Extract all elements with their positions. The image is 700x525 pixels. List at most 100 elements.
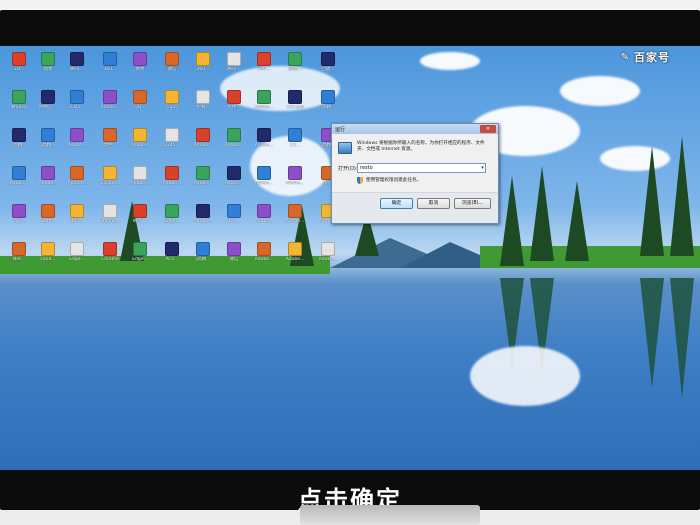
desktop-icon[interactable]: Adobe... (280, 204, 310, 224)
desktop-icon-label: 回收... (321, 67, 335, 72)
wallpaper-tree (640, 146, 664, 256)
desktop-icon[interactable]: Adobe... (157, 166, 187, 186)
chevron-down-icon[interactable]: ▾ (479, 163, 486, 173)
desktop-icon[interactable]: Chrome (95, 242, 125, 262)
desktop-icon[interactable]: 网易云... (33, 90, 63, 110)
wallpaper-cloud (560, 76, 640, 106)
desktop-icon[interactable]: [高精... (33, 128, 63, 148)
desktop-icon[interactable]: Adobe... (249, 128, 279, 148)
desktop-icon[interactable]: 微信 (219, 242, 249, 262)
shield-icon (357, 177, 363, 184)
app-icon (70, 242, 84, 256)
app-icon (257, 166, 271, 180)
desktop-icon[interactable]: 腾讯... (219, 52, 249, 72)
desktop-icon[interactable]: QQ... (125, 90, 155, 110)
desktop-icon[interactable]: Adobe... (125, 128, 155, 148)
desktop-icon-label: [高精... (195, 257, 211, 262)
desktop-icon[interactable]: 3D... (4, 52, 34, 72)
desktop-icon[interactable]: [高精... (313, 90, 343, 110)
desktop-icon[interactable]: 360... (95, 52, 125, 72)
desktop-icon[interactable]: 控制... (188, 90, 218, 110)
desktop-icon[interactable]: 新建... (280, 52, 310, 72)
cancel-button[interactable]: 取消 (417, 198, 450, 209)
app-icon (257, 242, 271, 256)
desktop-icon[interactable]: Edge... (125, 242, 155, 262)
desktop-icon[interactable]: Adobe... (4, 166, 34, 186)
app-icon (196, 204, 210, 218)
desktop-icon[interactable]: Adobe... (249, 166, 279, 186)
desktop-icon[interactable]: Adobe... (219, 128, 249, 148)
desktop-icon[interactable]: Edge... (157, 204, 187, 224)
desktop-icon[interactable]: WPS... (125, 204, 155, 224)
run-command-input[interactable]: resto (357, 163, 486, 173)
desktop-icon[interactable]: Bandi... (95, 204, 125, 224)
app-icon (321, 52, 335, 66)
app-icon (103, 90, 117, 104)
desktop-icon[interactable]: 2345... (157, 128, 187, 148)
desktop-icon[interactable]: 腾讯... (62, 52, 92, 72)
desktop-icon-label: Adobe... (193, 143, 213, 148)
desktop-icon[interactable]: Adobe... (125, 166, 155, 186)
desktop-icon[interactable]: Adobe... (219, 166, 249, 186)
desktop-icon[interactable]: Adobe... (62, 128, 92, 148)
desktop-icon-label: 3D... (13, 67, 25, 72)
desktop-icon-label: Adobe... (224, 143, 244, 148)
desktop-icon-label: Adobe... (193, 219, 213, 224)
desktop-icon[interactable]: Adobe... (188, 128, 218, 148)
desktop-icon[interactable]: Picc... (157, 242, 187, 262)
photo-frame: 3D... 腾讯QQ [高精... Adobe... 720... Net... 网易 网易云… (0, 0, 700, 525)
desktop-icon[interactable]: 文件... (95, 128, 125, 148)
desktop-icon[interactable]: Google... (95, 166, 125, 186)
desktop-icon[interactable]: Adobe... (280, 166, 310, 186)
watermark-text: 百家号 (634, 51, 670, 64)
desktop-icon[interactable]: 123.psd (280, 90, 310, 110)
desktop-icon[interactable]: Lipd (157, 90, 187, 110)
app-icon (133, 52, 147, 66)
desktop-icon[interactable]: 微信 (157, 52, 187, 72)
desktop-icon[interactable]: 720... (4, 204, 34, 224)
desktop-icon[interactable]: Adobe... (249, 204, 279, 224)
desktop-icon[interactable]: Adobe... (249, 242, 279, 262)
app-icon (257, 90, 271, 104)
desktop-icon-label: 360... (103, 67, 117, 72)
desktop-icon[interactable]: Edge... (62, 242, 92, 262)
ok-button[interactable]: 确定 (380, 198, 413, 209)
browse-button[interactable]: 浏览(B)... (454, 198, 491, 209)
desktop-icon-label: Adobe... (193, 181, 213, 186)
desktop-icon[interactable]: 360... (62, 204, 92, 224)
app-icon (288, 90, 302, 104)
desktop-icon[interactable]: Net... (4, 242, 34, 262)
close-button[interactable]: ✕ (480, 125, 496, 133)
desktop-icon[interactable]: 360... (249, 52, 279, 72)
app-icon (41, 128, 55, 142)
desktop-icon[interactable]: Adobe... (249, 90, 279, 110)
desktop-icon[interactable]: 腾讯QQ (4, 90, 34, 110)
desktop-icon[interactable]: Scan... (33, 204, 63, 224)
desktop-icon-label: Adobe... (38, 181, 58, 186)
desktop-icon-label: Adobe... (67, 181, 87, 186)
desktop-icon[interactable]: 回收... (313, 52, 343, 72)
desktop-icon[interactable]: 文件... (219, 90, 249, 110)
desktop-icon[interactable]: Adobe... (188, 204, 218, 224)
desktop-icon[interactable]: [高精... (4, 128, 34, 148)
desktop-icon[interactable]: cand... (33, 242, 63, 262)
desktop-icon[interactable]: [高精... (188, 242, 218, 262)
app-icon (196, 52, 210, 66)
desktop-icon[interactable]: 网易 (33, 52, 63, 72)
desktop-icon[interactable]: 23... (280, 128, 310, 148)
desktop-icon-label: Adobe... (100, 105, 120, 110)
desktop-icon[interactable]: Adobe... (95, 90, 125, 110)
desktop-icon[interactable]: 360... (188, 52, 218, 72)
desktop-icon[interactable]: Adobe... (280, 242, 310, 262)
desktop-icon[interactable]: 网易 (125, 52, 155, 72)
desktop-icon[interactable]: Adobe... (62, 166, 92, 186)
desktop-icon[interactable]: 2345... (62, 90, 92, 110)
app-icon (103, 128, 117, 142)
run-dialog-titlebar[interactable]: 运行 (332, 124, 498, 134)
desktop-icon[interactable]: 360... (219, 204, 249, 224)
desktop-icon[interactable]: Adobe... (313, 242, 343, 262)
desktop-icon-label: 360... (196, 67, 210, 72)
desktop-icon[interactable]: Adobe... (188, 166, 218, 186)
desktop-icon[interactable]: Adobe... (33, 166, 63, 186)
app-icon (288, 204, 302, 218)
